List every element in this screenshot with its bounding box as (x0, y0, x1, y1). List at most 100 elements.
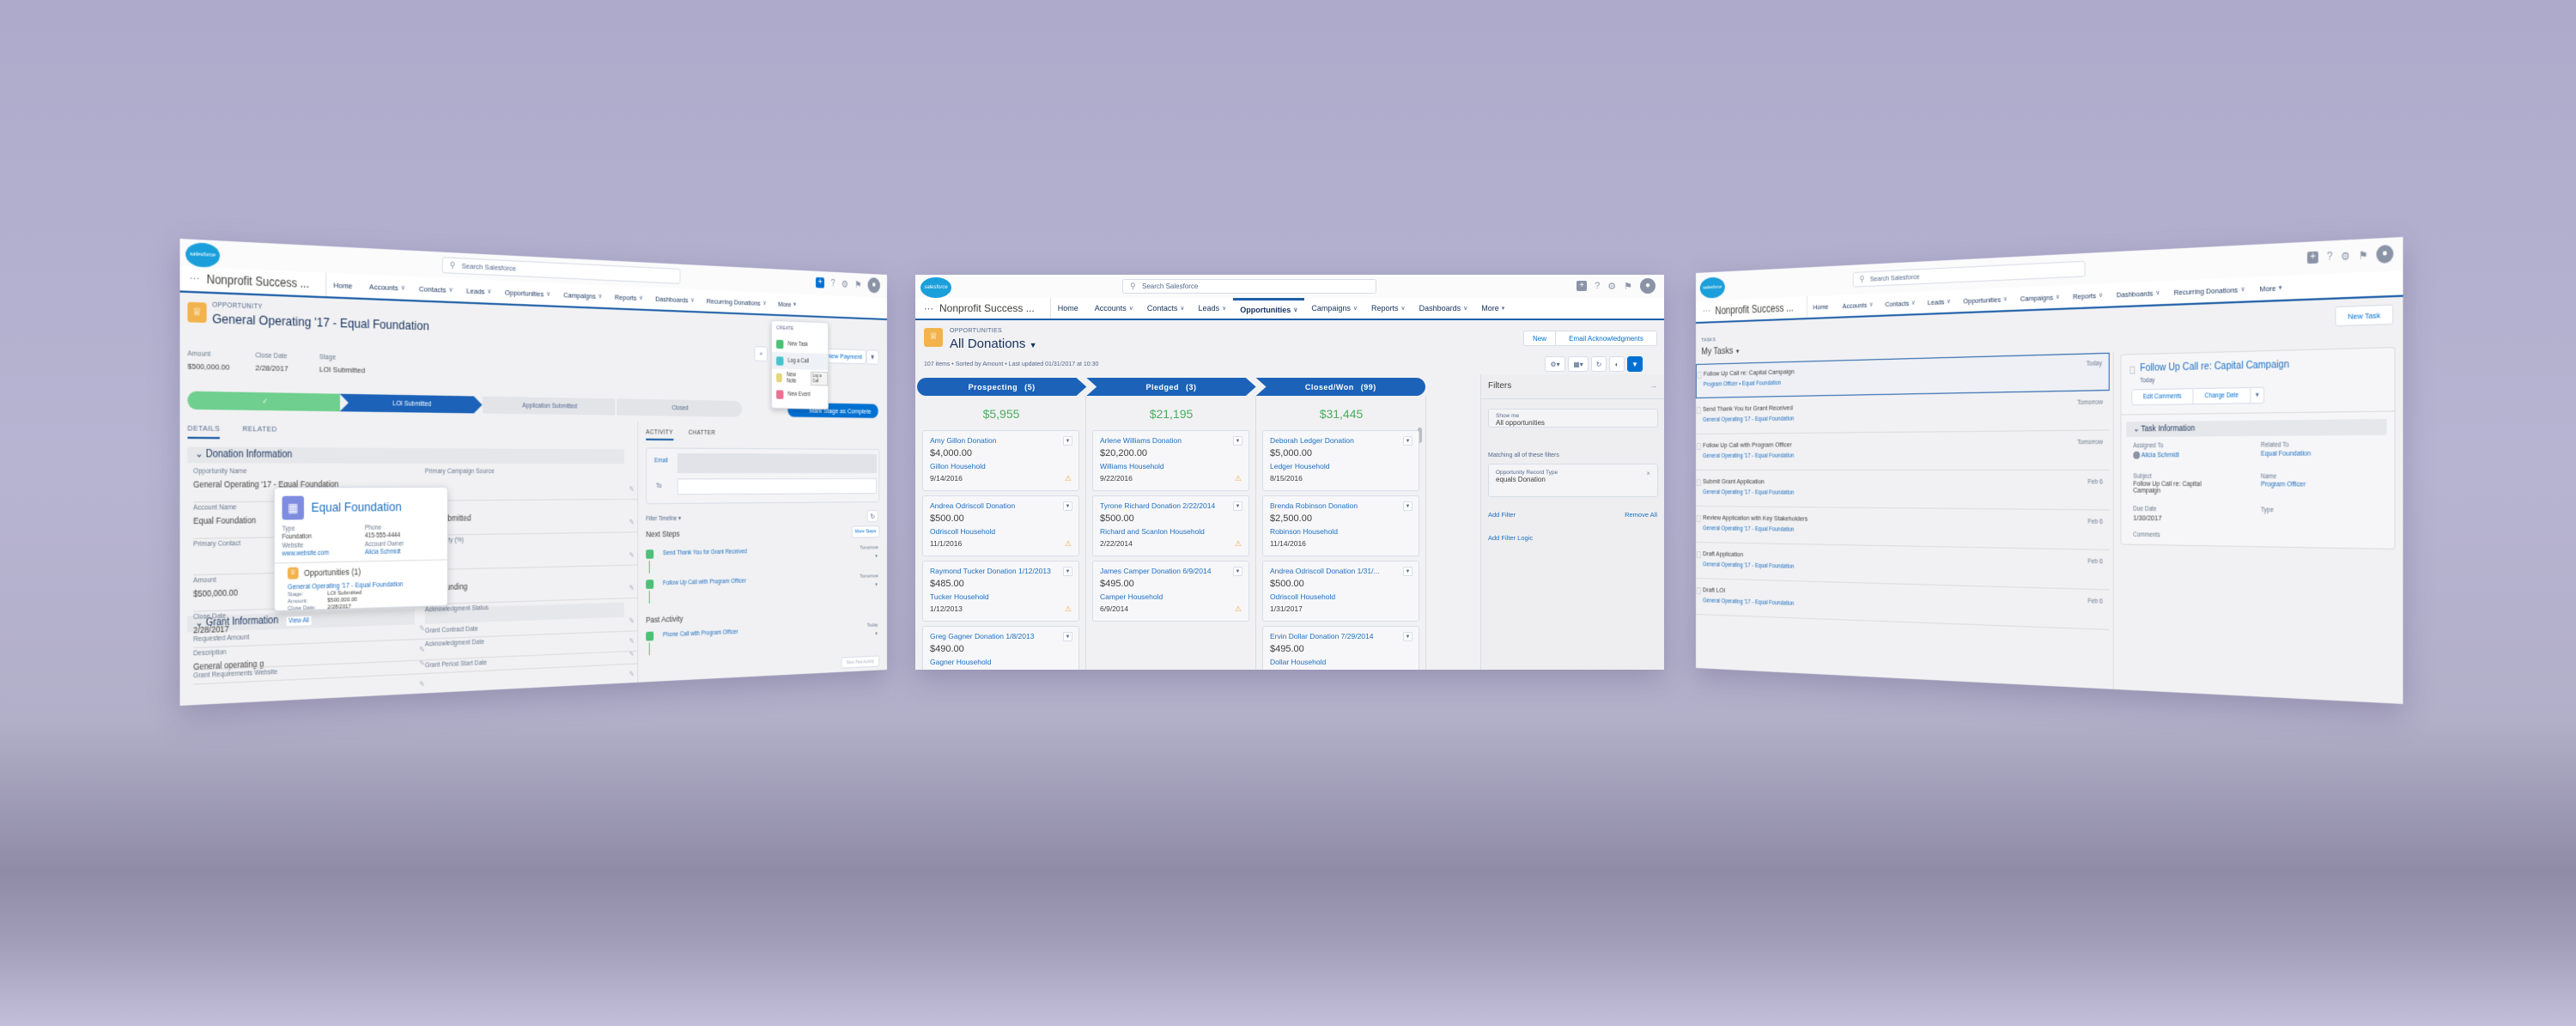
opportunity-name-link[interactable]: Tyrone Richard Donation 2/22/2014 (1100, 501, 1229, 510)
task-related-link[interactable]: General Operating '17 - Equal Foundation (1703, 412, 2101, 423)
edit-pencil-icon[interactable]: ✎ (419, 680, 425, 689)
nav-item-opportunities[interactable]: Opportunities ∨ (1957, 288, 2014, 313)
nav-item-recurring-donations[interactable]: Recurring Donations ∨ (2167, 277, 2252, 304)
task-row[interactable]: Submit Grant Application General Operatin… (1696, 472, 2110, 510)
opportunity-card[interactable]: Greg Gagner Donation 1/8/2013 $490.00 Gagn… (922, 626, 1079, 670)
timeline-item[interactable]: Follow Up Call with Program Officer Tomor… (646, 574, 879, 605)
app-launcher[interactable]: ⋯ Nonprofit Success ... (1696, 296, 1807, 322)
path-step-complete[interactable]: ✓ (187, 392, 339, 412)
timeline-title[interactable]: Send Thank You for Grant Received (663, 549, 747, 556)
opportunity-card[interactable]: Arlene Williams Donation $20,200.00 Willia… (1092, 430, 1249, 491)
account-link[interactable]: Ledger Household (1270, 462, 1412, 471)
task-title[interactable]: Send Thank You for Grant Received (1703, 398, 2101, 413)
nav-item-home[interactable]: Home (326, 273, 362, 298)
task-checkbox[interactable] (1698, 372, 1702, 379)
account-link[interactable]: Camper Household (1100, 592, 1242, 601)
bell-icon[interactable]: ⚑ (2359, 248, 2368, 262)
nav-item-campaigns[interactable]: Campaigns ∨ (2014, 285, 2066, 310)
account-link[interactable]: Gagner Household (930, 658, 1072, 666)
app-grid-icon[interactable]: ⋯ (190, 272, 199, 286)
tab-activity[interactable]: ACTIVITY (646, 429, 673, 440)
card-menu-icon[interactable]: ▼ (1063, 501, 1072, 511)
task-checkbox[interactable] (1697, 443, 1701, 450)
account-link[interactable]: Odriscoll Household (930, 527, 1072, 536)
nav-item-opportunities[interactable]: Opportunities ∨ (1233, 298, 1304, 319)
nav-item-reports[interactable]: Reports ∨ (2066, 283, 2109, 307)
path-step-application[interactable]: Application Submitted (483, 397, 617, 416)
edit-pencil-icon[interactable]: ✎ (629, 551, 635, 560)
view-all-link[interactable]: View All (287, 616, 311, 626)
app-grid-icon[interactable]: ⋯ (924, 303, 933, 314)
show-me-filter[interactable]: Show me All opportunities (1488, 409, 1658, 428)
stage-prospecting[interactable]: Prospecting (5) (917, 378, 1086, 396)
nav-item-reports[interactable]: Reports ∨ (609, 285, 649, 309)
section-task-information[interactable]: ⌄ Task Information (2126, 419, 2386, 437)
filter-icon[interactable]: ▼ (1627, 356, 1643, 372)
plus-icon[interactable]: + (816, 277, 824, 288)
bell-icon[interactable]: ⚑ (1624, 281, 1632, 292)
task-related-link[interactable]: General Operating '17 - Equal Foundation (1703, 489, 2101, 498)
opportunity-card[interactable]: Ervin Dollar Donation 7/29/2014 $495.00 Do… (1262, 626, 1419, 670)
salesforce-logo[interactable]: salesforce (1700, 276, 1725, 298)
nav-item-dashboards[interactable]: Dashboards ∨ (649, 288, 701, 312)
nav-item-reports[interactable]: Reports ∨ (1364, 298, 1413, 319)
nav-item-leads[interactable]: Leads ∨ (459, 279, 498, 303)
task-title[interactable]: Follow Up Call with Program Officer (1703, 438, 2101, 449)
task-related-link[interactable]: General Operating '17 - Equal Foundation (1703, 525, 2101, 537)
task-complete-checkbox[interactable] (2129, 367, 2135, 374)
avatar-icon[interactable]: ● (2376, 245, 2393, 264)
avatar-icon[interactable]: ● (1640, 278, 1656, 294)
add-filter-logic-link[interactable]: Add Filter Logic (1488, 534, 1533, 542)
nav-item-campaigns[interactable]: Campaigns ∨ (1304, 298, 1364, 319)
nav-item-opportunities[interactable]: Opportunities ∨ (498, 281, 556, 306)
nav-item-contacts[interactable]: Contacts ∨ (1879, 292, 1921, 315)
website-link[interactable]: www.website.com (282, 549, 329, 557)
more-actions-icon[interactable]: ▼ (2250, 387, 2264, 404)
stage-pledged[interactable]: Pledged (3) (1086, 378, 1255, 396)
nav-item-leads[interactable]: Leads ∨ (1192, 298, 1234, 319)
bell-icon[interactable]: ⚑ (854, 279, 861, 290)
tab-details[interactable]: DETAILS (187, 423, 220, 439)
card-menu-icon[interactable]: ▼ (1233, 501, 1242, 511)
account-link[interactable]: Gillon Household (930, 462, 1072, 471)
columns-icon[interactable]: ▦▾ (1568, 356, 1589, 372)
timeline-title[interactable]: Follow Up Call with Program Officer (663, 578, 746, 586)
task-checkbox[interactable] (1697, 515, 1701, 522)
timeline-item[interactable]: Send Thank You for Grant Received Tomorro… (646, 545, 879, 575)
menu-item-new-task[interactable]: New Task (772, 335, 828, 354)
account-link[interactable]: Williams Household (1100, 462, 1242, 471)
path-step-closed[interactable]: Closed (616, 398, 742, 416)
tab-chatter[interactable]: CHATTER (689, 430, 716, 441)
nav-item-more[interactable]: More ▾ (772, 293, 801, 315)
chart-icon[interactable]: ◐ (1609, 356, 1625, 372)
timeline-menu-icon[interactable]: ▼ (875, 554, 878, 559)
nav-item-home[interactable]: Home (1051, 298, 1088, 319)
filter-timeline[interactable]: Filter Timeline ▾ (646, 515, 681, 523)
new-task-button[interactable]: New Task (2335, 304, 2393, 326)
opportunity-name-link[interactable]: Raymond Tucker Donation 1/12/2013 (930, 567, 1059, 575)
menu-item-new-note[interactable]: New Note Log a Call (772, 369, 828, 387)
gear-icon[interactable]: ⚙ (2341, 249, 2350, 263)
opportunity-card[interactable]: Tyrone Richard Donation 2/22/2014 $500.00… (1092, 495, 1249, 556)
card-menu-icon[interactable]: ▼ (1403, 632, 1413, 641)
search-input[interactable]: ⚲ Search Salesforce (1122, 279, 1376, 294)
opportunity-card[interactable]: Deborah Ledger Donation $5,000.00 Ledger H… (1262, 430, 1419, 491)
gear-icon[interactable]: ⚙ (1607, 281, 1616, 292)
edit-pencil-icon[interactable]: ✎ (629, 485, 635, 494)
app-launcher[interactable]: ⋯ Nonprofit Success ... (915, 298, 1051, 319)
card-menu-icon[interactable]: ▼ (1403, 567, 1413, 576)
salesforce-logo[interactable]: salesforce (185, 242, 220, 268)
salesforce-logo[interactable]: salesforce (920, 277, 951, 298)
help-icon[interactable]: ? (830, 278, 835, 288)
card-menu-icon[interactable]: ▼ (1233, 436, 1242, 446)
plus-icon[interactable]: + (2307, 252, 2318, 264)
remove-all-link[interactable]: Remove All (1625, 511, 1657, 519)
task-checkbox[interactable] (1697, 407, 1701, 414)
stage-closed-won[interactable]: Closed/Won (99) (1256, 378, 1425, 396)
to-input[interactable] (677, 478, 877, 495)
card-menu-icon[interactable]: ▼ (1063, 436, 1072, 446)
change-date-button[interactable]: Change Date (2192, 387, 2251, 404)
nav-item-accounts[interactable]: Accounts ∨ (362, 275, 412, 301)
account-link[interactable]: Dollar Household (1270, 658, 1412, 666)
nav-item-dashboards[interactable]: Dashboards ∨ (1413, 298, 1475, 319)
